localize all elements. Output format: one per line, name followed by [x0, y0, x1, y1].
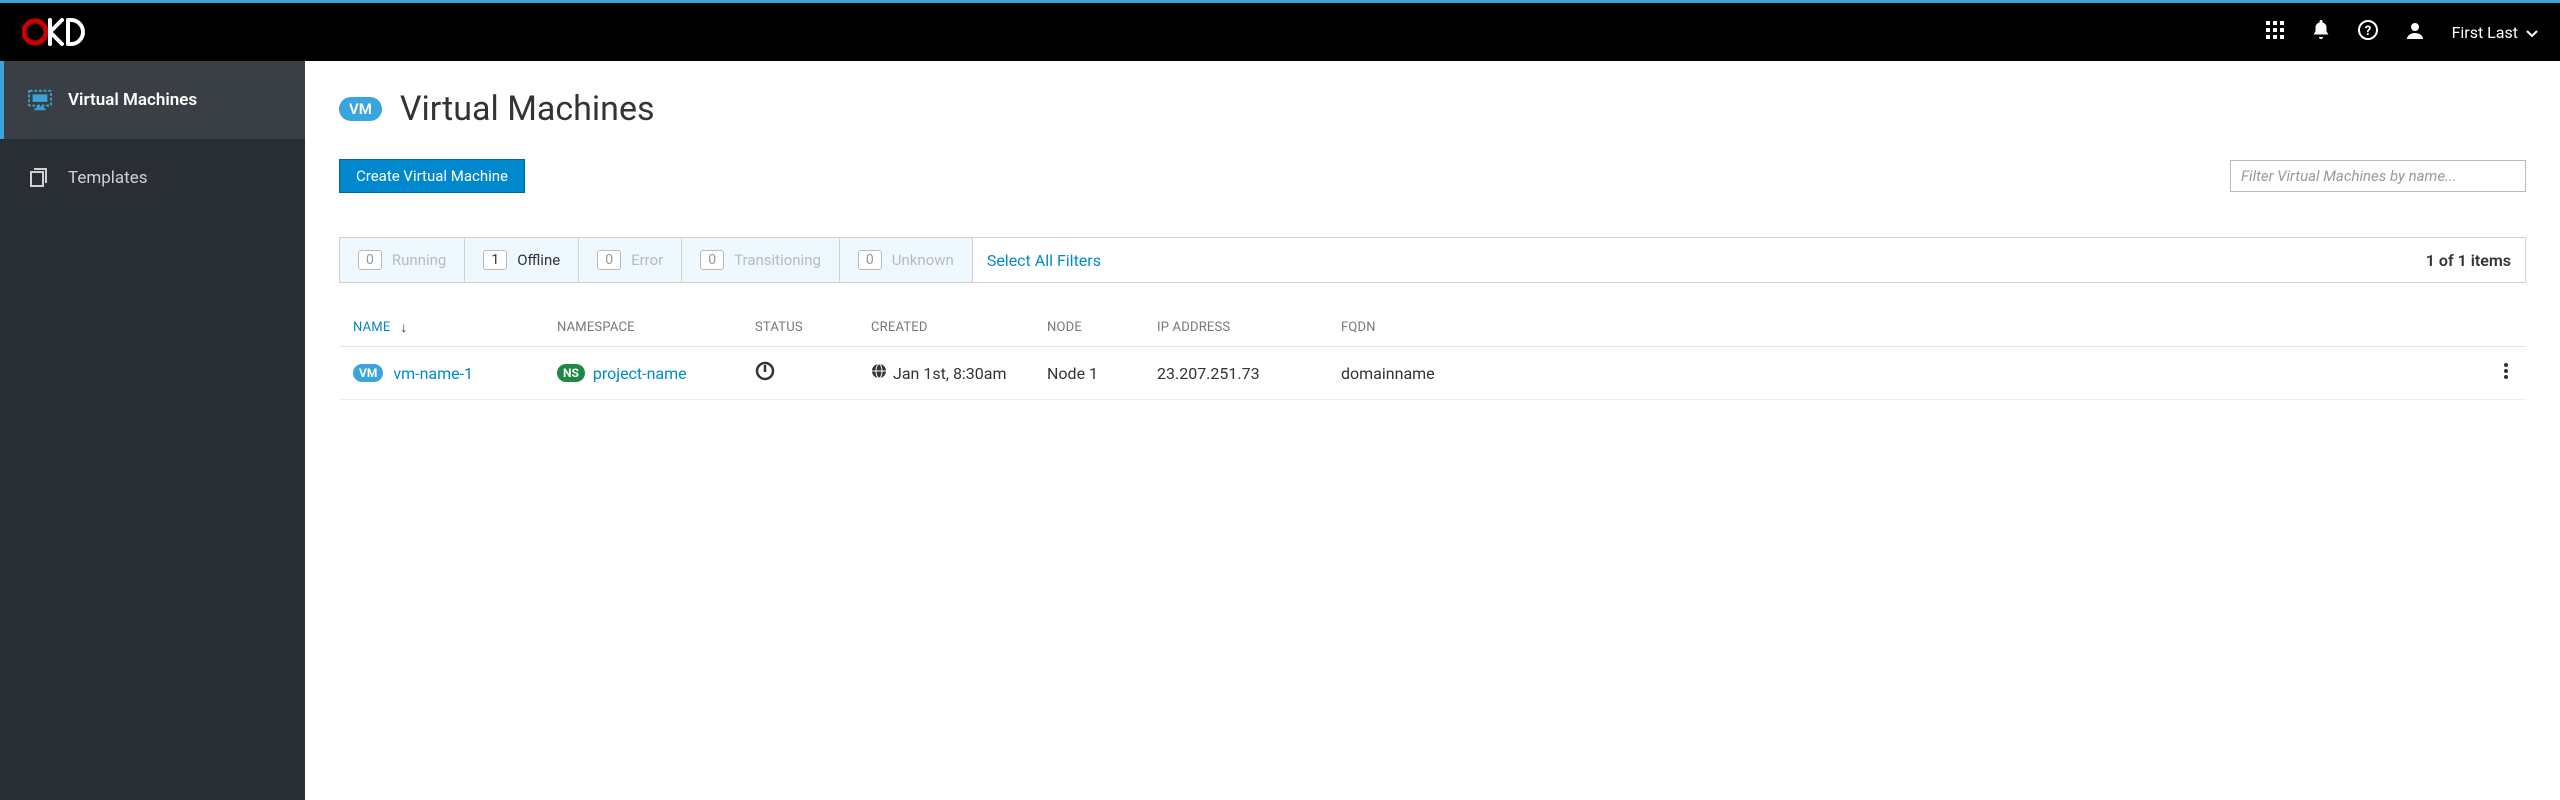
filter-label: Transitioning [734, 251, 821, 269]
vm-icon [28, 88, 52, 112]
th-node[interactable]: NODE [1047, 319, 1157, 336]
filter-count: 0 [858, 250, 882, 270]
filter-label: Offline [517, 251, 560, 269]
item-count: 1 of 1 items [2412, 238, 2525, 282]
user-menu[interactable]: First Last [2452, 23, 2538, 42]
sidebar-item-virtual-machines[interactable]: Virtual Machines [0, 61, 305, 139]
help-icon[interactable]: ? [2358, 20, 2378, 44]
filter-tab-offline[interactable]: 1 Offline [465, 238, 579, 282]
filter-tab-transitioning[interactable]: 0 Transitioning [682, 238, 840, 282]
sidebar-item-label: Virtual Machines [68, 90, 197, 110]
ip-value: 23.207.251.73 [1157, 364, 1341, 383]
sidebar: Virtual Machines Templates [0, 61, 305, 800]
vm-badge-small: VM [353, 364, 383, 382]
th-namespace[interactable]: NAMESPACE [557, 319, 755, 336]
svg-text:?: ? [2364, 24, 2370, 39]
vm-name-link[interactable]: vm-name-1 [393, 364, 473, 383]
filter-label: Running [392, 251, 446, 269]
main-content: VM Virtual Machines Create Virtual Machi… [305, 61, 2560, 800]
bell-icon[interactable] [2312, 20, 2330, 44]
namespace-link[interactable]: project-name [593, 364, 687, 383]
user-icon[interactable] [2406, 21, 2424, 43]
table-header: NAME ↓ NAMESPACE STATUS CREATED NODE IP … [339, 309, 2526, 347]
table-row: VM vm-name-1 NS project-name Jan 1st [339, 347, 2526, 400]
templates-icon [28, 166, 52, 190]
user-name: First Last [2452, 23, 2518, 42]
th-fqdn[interactable]: FQDN [1341, 319, 2486, 336]
filter-bar: 0 Running 1 Offline 0 Error 0 Transition… [339, 237, 2526, 283]
filter-count: 1 [483, 250, 507, 270]
filter-count: 0 [597, 250, 621, 270]
sidebar-item-label: Templates [68, 168, 148, 188]
th-created[interactable]: CREATED [871, 319, 1047, 336]
masthead: ? First Last [0, 3, 2560, 61]
filter-tab-running[interactable]: 0 Running [340, 238, 465, 282]
app-launcher-icon[interactable] [2266, 21, 2284, 43]
vm-badge: VM [339, 97, 382, 121]
status-off-icon [755, 361, 775, 385]
globe-icon [871, 363, 887, 383]
page-header: VM Virtual Machines [339, 89, 2526, 129]
chevron-down-icon [2526, 23, 2538, 42]
create-vm-button[interactable]: Create Virtual Machine [339, 159, 525, 193]
th-name[interactable]: NAME ↓ [339, 319, 557, 336]
filter-label: Error [631, 251, 663, 269]
filter-count: 0 [700, 250, 724, 270]
th-status[interactable]: STATUS [755, 319, 871, 336]
sidebar-item-templates[interactable]: Templates [0, 139, 305, 217]
node-value: Node 1 [1047, 364, 1157, 383]
filter-tab-error[interactable]: 0 Error [579, 238, 682, 282]
filter-count: 0 [358, 250, 382, 270]
vm-table: NAME ↓ NAMESPACE STATUS CREATED NODE IP … [339, 309, 2526, 400]
sort-arrow-icon: ↓ [400, 319, 407, 336]
filter-label: Unknown [892, 251, 954, 269]
select-all-filters-link[interactable]: Select All Filters [987, 251, 1101, 270]
filter-tab-unknown[interactable]: 0 Unknown [840, 238, 973, 282]
okd-logo[interactable] [22, 17, 86, 47]
filter-input[interactable] [2230, 160, 2526, 192]
fqdn-value: domainname [1341, 364, 2486, 383]
created-value: Jan 1st, 8:30am [893, 364, 1007, 383]
page-title: Virtual Machines [400, 89, 655, 129]
row-kebab-menu[interactable] [2486, 363, 2526, 383]
th-ip[interactable]: IP ADDRESS [1157, 319, 1341, 336]
ns-badge-small: NS [557, 364, 585, 382]
